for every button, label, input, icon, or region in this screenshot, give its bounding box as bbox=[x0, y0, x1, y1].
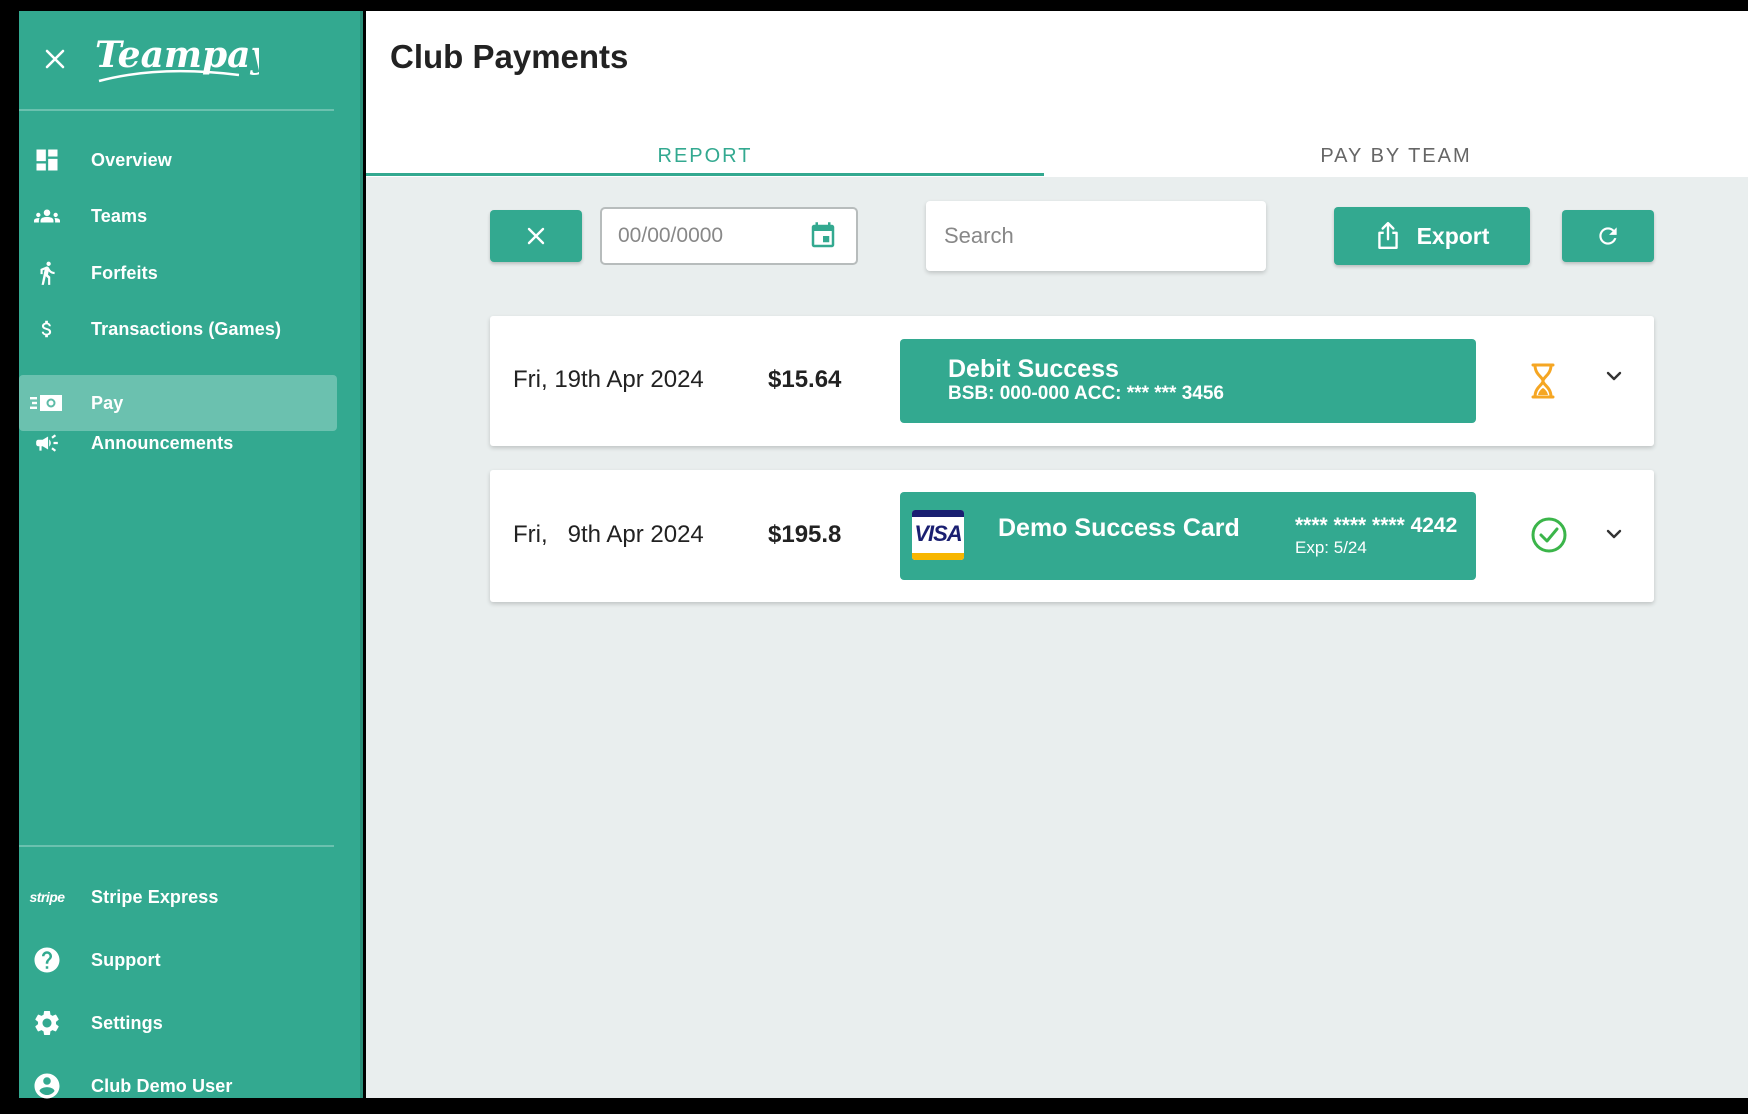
payment-amount: $195.8 bbox=[768, 521, 842, 548]
status-success bbox=[1530, 516, 1568, 559]
sidebar-item-account[interactable]: Club Demo User bbox=[19, 1058, 337, 1114]
calendar-button[interactable] bbox=[808, 221, 838, 256]
refresh-icon bbox=[1599, 227, 1617, 245]
close-sidebar-button[interactable] bbox=[37, 41, 73, 77]
sidebar-item-support[interactable]: Support bbox=[19, 932, 337, 988]
date-filter-field bbox=[600, 207, 858, 265]
sidebar-item-label: Pay bbox=[91, 392, 124, 413]
tab-report[interactable]: REPORT bbox=[366, 121, 1044, 177]
sidebar-item-label: Announcements bbox=[91, 432, 234, 453]
stripe-icon: stripe bbox=[29, 889, 65, 905]
dollar-icon bbox=[41, 320, 52, 338]
sidebar: Teampay Overview Teams Forfeits Transact… bbox=[19, 11, 363, 1099]
sidebar-item-label: Transactions (Games) bbox=[91, 318, 282, 339]
page-title: Club Payments bbox=[390, 38, 629, 75]
help-icon bbox=[34, 947, 60, 973]
sidebar-item-overview[interactable]: Overview bbox=[19, 132, 337, 188]
export-button-label: Export bbox=[1416, 222, 1490, 249]
sidebar-item-announcements[interactable]: Announcements bbox=[19, 415, 337, 471]
search-box bbox=[926, 201, 1266, 271]
walking-person-icon bbox=[40, 261, 55, 285]
close-icon bbox=[45, 49, 65, 69]
gear-icon bbox=[35, 1011, 59, 1035]
card-number: **** **** **** 4242 bbox=[1295, 514, 1458, 537]
active-tab-indicator bbox=[366, 173, 1044, 176]
sidebar-divider bbox=[19, 845, 334, 847]
share-export-icon bbox=[1377, 221, 1398, 249]
search-input[interactable] bbox=[944, 223, 1244, 249]
chevron-down-icon bbox=[1606, 371, 1622, 381]
sidebar-item-settings[interactable]: Settings bbox=[19, 995, 337, 1051]
calendar-icon bbox=[811, 222, 835, 248]
sidebar-divider bbox=[19, 109, 334, 111]
payment-method-title: Debit Success bbox=[948, 355, 1119, 383]
payment-amount: $15.64 bbox=[768, 366, 842, 393]
close-icon bbox=[527, 227, 545, 245]
payment-date: Fri, 19th Apr 2024 bbox=[513, 366, 704, 393]
tab-pay-by-team[interactable]: PAY BY TEAM bbox=[1044, 121, 1748, 177]
card-expiry: Exp: 5/24 bbox=[1295, 538, 1367, 557]
sidebar-item-label: Forfeits bbox=[91, 262, 158, 283]
sidebar-item-label: Overview bbox=[91, 149, 172, 170]
page-header: Club Payments REPORT PAY BY TEAM bbox=[366, 11, 1748, 177]
payment-method-debit: Debit Success BSB: 000-000 ACC: *** *** … bbox=[900, 339, 1476, 423]
dashboard-icon bbox=[36, 149, 58, 171]
payment-method-title: Demo Success Card bbox=[998, 514, 1240, 542]
sidebar-item-forfeits[interactable]: Forfeits bbox=[19, 245, 337, 301]
sidebar-item-stripe-express[interactable]: stripe Stripe Express bbox=[19, 869, 337, 925]
people-icon bbox=[34, 209, 60, 223]
sidebar-item-label: Support bbox=[91, 949, 161, 970]
megaphone-icon bbox=[36, 434, 58, 452]
check-circle-icon bbox=[1531, 517, 1567, 553]
sidebar-item-label: Stripe Express bbox=[91, 886, 219, 907]
expand-row-button[interactable] bbox=[1604, 524, 1624, 549]
chevron-down-icon bbox=[1606, 529, 1622, 539]
expand-row-button[interactable] bbox=[1604, 366, 1624, 391]
clear-date-button[interactable] bbox=[490, 210, 582, 262]
sidebar-item-label: Club Demo User bbox=[91, 1075, 233, 1096]
sidebar-item-teams[interactable]: Teams bbox=[19, 188, 337, 244]
teampay-logo: Teampay bbox=[89, 25, 273, 93]
card-brand: VISA bbox=[914, 521, 962, 546]
date-input[interactable] bbox=[618, 224, 798, 248]
payment-row[interactable]: Fri, 19th Apr 2024 $15.64 Debit Success … bbox=[490, 316, 1654, 446]
visa-logo: VISA bbox=[912, 510, 964, 560]
hourglass-icon bbox=[1531, 363, 1555, 399]
app-screen: Teampay Overview Teams Forfeits Transact… bbox=[0, 0, 1748, 1099]
logo-text: Teampay bbox=[95, 34, 259, 76]
sidebar-item-label: Settings bbox=[91, 1012, 163, 1033]
sidebar-item-transactions-games[interactable]: Transactions (Games) bbox=[19, 301, 337, 357]
account-icon bbox=[34, 1073, 60, 1099]
refresh-button[interactable] bbox=[1562, 210, 1654, 262]
status-pending bbox=[1530, 362, 1556, 405]
payments-icon bbox=[30, 395, 62, 411]
payment-date: Fri, 9th Apr 2024 bbox=[513, 521, 704, 548]
export-button[interactable]: Export bbox=[1334, 207, 1530, 265]
payment-method-card: VISA Demo Success Card **** **** **** 42… bbox=[900, 492, 1476, 580]
payment-row[interactable]: Fri, 9th Apr 2024 $195.8 VISA Demo Succe… bbox=[490, 470, 1654, 602]
payment-method-detail: BSB: 000-000 ACC: *** *** 3456 bbox=[948, 383, 1224, 404]
sidebar-item-label: Teams bbox=[91, 205, 148, 226]
main-content: Club Payments REPORT PAY BY TEAM Export bbox=[366, 11, 1748, 1098]
